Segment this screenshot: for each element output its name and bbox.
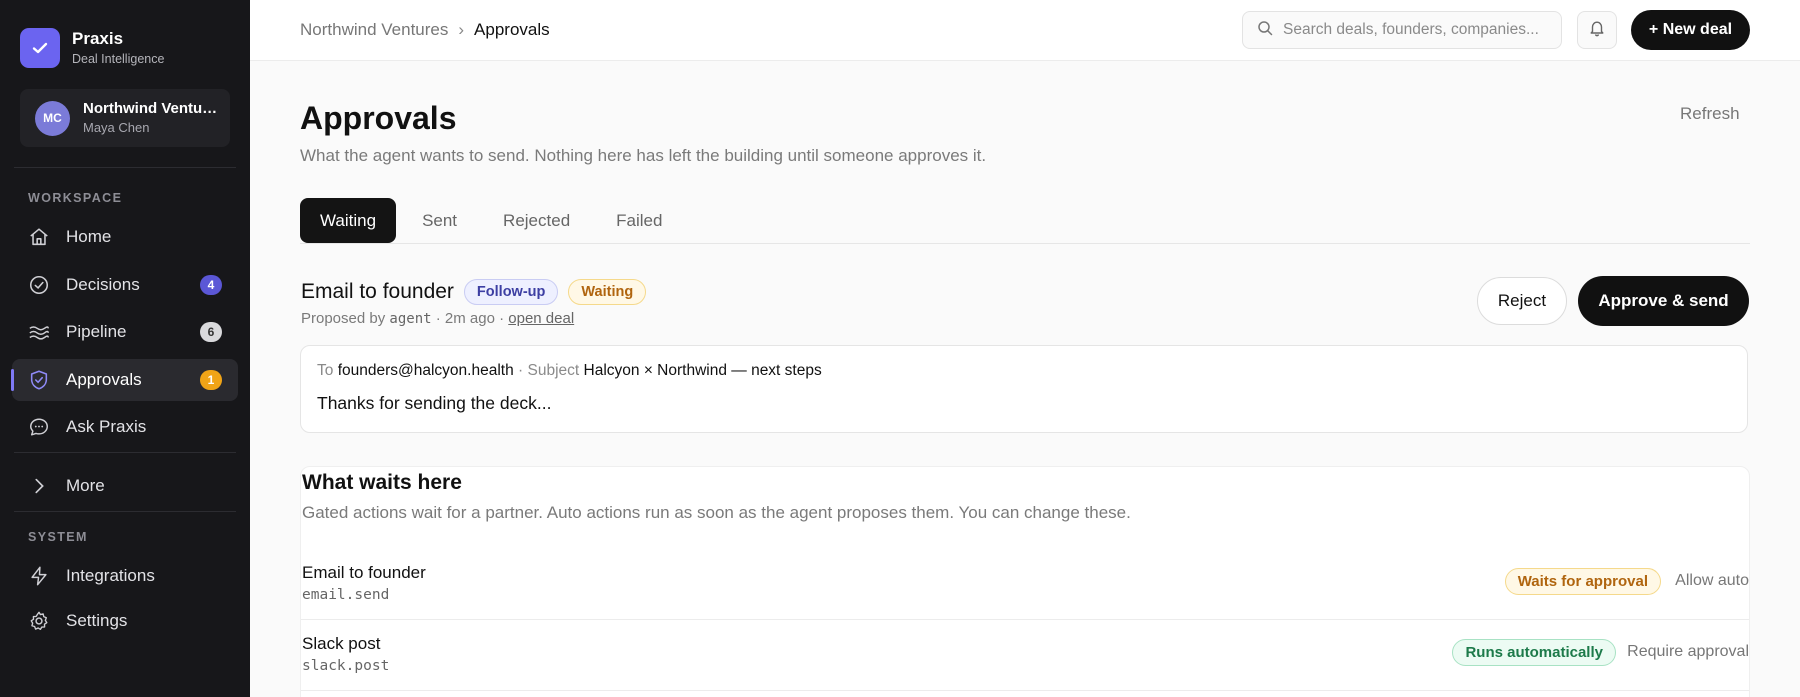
approvals-count-badge: 1 <box>200 370 222 390</box>
to-label: To <box>317 362 334 379</box>
search-icon <box>1257 20 1273 41</box>
lightning-icon <box>28 565 50 587</box>
org-user: Maya Chen <box>83 120 150 135</box>
approval-tabs: Waiting Sent Rejected Failed <box>300 198 1750 244</box>
waves-icon <box>28 321 50 343</box>
table-row: Email to founder email.send Waits for ap… <box>301 549 1749 620</box>
org-name: Northwind Ventures <box>83 100 218 117</box>
sidebar-item-integrations[interactable]: Integrations <box>12 555 238 597</box>
tab-failed[interactable]: Failed <box>596 198 682 243</box>
waits-title: What waits here <box>302 471 462 494</box>
tab-rejected[interactable]: Rejected <box>483 198 590 243</box>
pipeline-count-badge: 6 <box>200 322 222 342</box>
new-deal-button[interactable]: + New deal <box>1631 10 1750 50</box>
sidebar-item-more[interactable]: More <box>12 465 238 507</box>
waits-card: What waits here Gated actions wait for a… <box>300 466 1750 697</box>
breadcrumb-separator-icon: › <box>458 20 465 39</box>
brand-name: Praxis <box>72 29 124 48</box>
approve-send-button[interactable]: Approve & send <box>1578 276 1749 326</box>
notifications-button[interactable] <box>1577 11 1617 49</box>
sidebar-item-ask-praxis[interactable]: Ask Praxis <box>12 406 238 448</box>
sidebar-item-approvals[interactable]: Approvals 1 <box>11 359 238 401</box>
sidebar-item-label: Ask Praxis <box>66 417 147 436</box>
search-input[interactable] <box>1283 21 1553 39</box>
sidebar-item-label: Integrations <box>66 566 155 585</box>
email-header: To founders@halcyon.health · Subject Hal… <box>317 362 822 380</box>
chevron-right-icon <box>28 475 50 497</box>
sidebar-divider <box>14 452 236 453</box>
bell-icon <box>1588 19 1606 42</box>
page-subtitle: What the agent wants to send. Nothing he… <box>300 146 987 165</box>
search-box[interactable] <box>1242 11 1562 49</box>
to-value: founders@halcyon.health <box>337 362 514 379</box>
action-code: slack.post <box>302 658 390 674</box>
email-body: Thanks for sending the deck... <box>317 393 552 413</box>
action-name: Slack post <box>302 634 381 653</box>
decisions-count-badge: 4 <box>200 275 222 295</box>
table-row: Slack post slack.post Runs automatically… <box>301 620 1749 691</box>
section-label-system: SYSTEM <box>28 530 88 544</box>
topbar: Northwind Ventures › Approvals + New dea… <box>250 0 1800 61</box>
require-approval-button[interactable]: Require approval <box>1627 643 1749 661</box>
breadcrumb-current: Approvals <box>474 20 550 39</box>
open-deal-link[interactable]: open deal <box>508 310 574 327</box>
meta-prefix: Proposed by <box>301 310 386 327</box>
sidebar-item-label: Pipeline <box>66 322 127 341</box>
tab-sent[interactable]: Sent <box>402 198 477 243</box>
approval-card-title-row: Email to founder Follow-up Waiting <box>301 279 647 305</box>
sidebar-item-label: Home <box>66 227 112 246</box>
email-preview[interactable]: To founders@halcyon.health · Subject Hal… <box>300 345 1748 433</box>
shield-check-icon <box>28 369 50 391</box>
gear-icon <box>28 610 50 632</box>
check-circle-icon <box>28 274 50 296</box>
tab-waiting[interactable]: Waiting <box>300 198 397 243</box>
approval-meta: Proposed by agent · 2m ago · open deal <box>301 310 574 327</box>
status-badge: Waiting <box>568 279 647 305</box>
brand-logo-icon <box>20 28 60 68</box>
reject-button[interactable]: Reject <box>1477 277 1567 325</box>
sidebar-item-settings[interactable]: Settings <box>12 600 238 642</box>
approval-card-title: Email to founder <box>301 280 454 303</box>
sidebar-divider <box>14 167 236 168</box>
org-switcher[interactable]: MC Northwind Ventures Maya Chen <box>20 89 230 147</box>
action-code: email.send <box>302 587 390 603</box>
sidebar-item-label: Settings <box>66 611 128 630</box>
brand[interactable]: Praxis Deal Intelligence <box>20 28 164 68</box>
approval-card-email: Email to founder Follow-up Waiting Propo… <box>300 275 1750 435</box>
breadcrumb-org-link[interactable]: Northwind Ventures <box>300 20 448 40</box>
page-title: Approvals <box>300 100 457 136</box>
sidebar-divider <box>14 511 236 512</box>
subject-value: Halcyon × Northwind — next steps <box>583 362 822 379</box>
sidebar-item-pipeline[interactable]: Pipeline 6 <box>12 311 238 353</box>
sidebar-item-home[interactable]: Home <box>12 216 238 258</box>
sidebar-item-label: More <box>66 476 105 495</box>
sidebar-item-label: Approvals <box>66 370 142 389</box>
status-badge: Runs automatically <box>1452 639 1616 666</box>
avatar: MC <box>35 100 70 136</box>
status-badge: Waits for approval <box>1504 568 1661 595</box>
breadcrumb: Northwind Ventures › Approvals <box>300 20 550 40</box>
waits-subtitle: Gated actions wait for a partner. Auto a… <box>302 503 1131 522</box>
meta-time: · 2m ago · <box>435 310 505 327</box>
sidebar: Praxis Deal Intelligence MC Northwind Ve… <box>0 0 250 697</box>
allow-auto-button[interactable]: Allow auto <box>1675 572 1749 590</box>
brand-subtitle: Deal Intelligence <box>72 52 165 66</box>
sidebar-item-label: Decisions <box>66 275 140 294</box>
chat-icon <box>28 416 50 438</box>
home-icon <box>28 226 50 248</box>
subject-label: · Subject <box>518 362 580 379</box>
refresh-button[interactable]: Refresh <box>1680 104 1740 124</box>
action-name: Email to founder <box>302 563 426 582</box>
sidebar-item-decisions[interactable]: Decisions 4 <box>12 264 238 306</box>
tag-badge: Follow-up <box>463 279 559 305</box>
section-label-workspace: WORKSPACE <box>28 191 123 205</box>
meta-agent: agent <box>389 311 432 327</box>
